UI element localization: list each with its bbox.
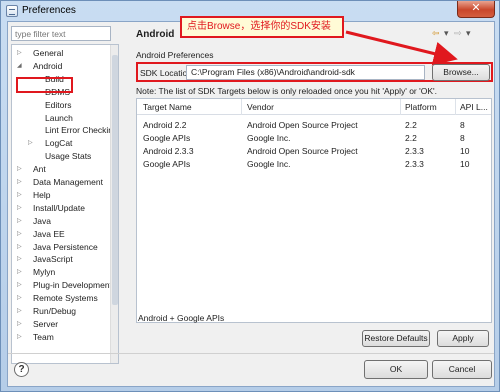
tree-expand-arrow-icon[interactable]: ▷ — [17, 318, 25, 330]
tree-expand-arrow-icon[interactable]: ◢ — [17, 60, 25, 72]
tree-item-general[interactable]: General — [33, 47, 63, 59]
column-header-api-level[interactable]: API L... — [460, 102, 488, 112]
tree-item-help[interactable]: Help — [33, 189, 50, 201]
page-title: Android — [136, 29, 175, 40]
tree-item-usage-stats[interactable]: Usage Stats — [45, 150, 91, 162]
tree-item-java-ee[interactable]: Java EE — [33, 228, 65, 240]
tree-scroll-thumb[interactable] — [112, 55, 118, 305]
tree-expand-arrow-icon[interactable]: ▷ — [17, 279, 25, 291]
annotation-callout: 点击Browse，选择你的SDK安装 — [180, 16, 344, 38]
nav-arrows: ⇦ ▾ ⇨ ▾ — [432, 28, 492, 40]
tree-item-editors[interactable]: Editors — [45, 99, 71, 111]
tree-expand-arrow-icon[interactable]: ▷ — [17, 331, 25, 343]
table-cell: Android 2.3.3 — [143, 146, 194, 156]
table-cell: 8 — [460, 133, 465, 143]
tree-item-launch[interactable]: Launch — [45, 112, 73, 124]
preferences-window: Preferences ✕ ▷General◢AndroidBuildDDMSE… — [0, 0, 500, 392]
tree-item-java[interactable]: Java — [33, 215, 51, 227]
tree-expand-arrow-icon[interactable]: ▷ — [17, 305, 25, 317]
preferences-app-icon — [6, 5, 18, 17]
tree-item-logcat[interactable]: LogCat — [45, 137, 72, 149]
table-cell: 2.3.3 — [405, 146, 424, 156]
tree-item-install-update[interactable]: Install/Update — [33, 202, 85, 214]
tree-item-plug-in-development[interactable]: Plug-in Development — [33, 279, 112, 291]
tree-expand-arrow-icon[interactable]: ▷ — [17, 253, 25, 265]
tree-item-android[interactable]: Android — [33, 60, 62, 72]
tree-expand-arrow-icon[interactable]: ▷ — [17, 241, 25, 253]
browse-button[interactable]: Browse... — [432, 64, 490, 81]
column-header-vendor[interactable]: Vendor — [247, 102, 274, 112]
table-row[interactable]: Google APIs Google Inc. 2.2 8 — [137, 133, 491, 146]
window-title: Preferences — [22, 5, 76, 16]
table-cell: Android Open Source Project — [247, 146, 358, 156]
table-cell: Google Inc. — [247, 133, 291, 143]
column-header-target-name[interactable]: Target Name — [143, 102, 192, 112]
table-cell: Google Inc. — [247, 159, 291, 169]
tree-expand-arrow-icon[interactable]: ▷ — [17, 47, 25, 59]
tree-item-data-management[interactable]: Data Management — [33, 176, 103, 188]
table-row[interactable]: Android 2.3.3 Android Open Source Project… — [137, 146, 491, 159]
tree-item-java-persistence[interactable]: Java Persistence — [33, 241, 98, 253]
table-cell: Android 2.2 — [143, 120, 187, 130]
tree-item-ant[interactable]: Ant — [33, 163, 46, 175]
table-cell: 2.3.3 — [405, 159, 424, 169]
dialog-client-area: ▷General◢AndroidBuildDDMSEditorsLaunchLi… — [7, 16, 495, 387]
table-cell: 2.2 — [405, 120, 417, 130]
sdk-note-text: Note: The list of SDK Targets below is o… — [136, 86, 437, 96]
table-cell: 10 — [460, 159, 470, 169]
android-preferences-label: Android Preferences — [136, 50, 214, 60]
android-highlight-box — [16, 77, 73, 93]
tree-expand-arrow-icon[interactable]: ▷ — [17, 292, 25, 304]
tree-item-server[interactable]: Server — [33, 318, 58, 330]
column-header-platform[interactable]: Platform — [405, 102, 437, 112]
column-divider — [400, 99, 401, 115]
table-row[interactable]: Google APIs Google Inc. 2.3.3 10 — [137, 159, 491, 172]
tree-item-run-debug[interactable]: Run/Debug — [33, 305, 76, 317]
tree-item-team[interactable]: Team — [33, 331, 54, 343]
bottom-divider — [8, 353, 494, 354]
column-divider — [455, 99, 456, 115]
tree-item-lint-error-checking[interactable]: Lint Error Checking — [45, 124, 118, 136]
cancel-button[interactable]: Cancel — [432, 360, 492, 379]
tree-expand-arrow-icon[interactable]: ▷ — [17, 215, 25, 227]
help-icon[interactable]: ? — [14, 362, 29, 377]
tree-item-remote-systems[interactable]: Remote Systems — [33, 292, 98, 304]
preferences-tree: ▷ General ◢ Android Build DDMS Editors Launch Li… — [11, 44, 119, 364]
table-cell: 10 — [460, 146, 470, 156]
table-cell: 2.2 — [405, 133, 417, 143]
tree-item-javascript[interactable]: JavaScript — [33, 253, 73, 265]
table-cell: Android Open Source Project — [247, 120, 358, 130]
column-divider — [241, 99, 242, 115]
back-menu-icon[interactable]: ▾ — [444, 28, 449, 39]
table-cell: Google APIs — [143, 159, 191, 169]
tree-expand-arrow-icon[interactable]: ▷ — [28, 137, 36, 149]
ok-button[interactable]: OK — [364, 360, 428, 379]
tree-expand-arrow-icon[interactable]: ▷ — [17, 176, 25, 188]
filter-input[interactable] — [11, 26, 111, 41]
table-row[interactable]: Android 2.2 Android Open Source Project 2.… — [137, 120, 491, 133]
tree-expand-arrow-icon[interactable]: ▷ — [17, 163, 25, 175]
table-cell: Google APIs — [143, 133, 191, 143]
sdk-location-input[interactable]: C:\Program Files (x86)\Android\android-s… — [186, 65, 425, 80]
sdk-location-highlight-box: SDK Location: C:\Program Files (x86)\And… — [136, 62, 493, 82]
forward-arrow-icon[interactable]: ⇨ — [454, 28, 462, 39]
back-arrow-icon[interactable]: ⇦ — [432, 28, 440, 39]
close-button[interactable]: ✕ — [457, 1, 495, 18]
tree-item-mylyn[interactable]: Mylyn — [33, 266, 55, 278]
forward-menu-icon[interactable]: ▾ — [466, 28, 471, 39]
tree-expand-arrow-icon[interactable]: ▷ — [17, 266, 25, 278]
selected-target-label: Android + Google APIs — [138, 313, 225, 323]
tree-scrollbar[interactable] — [110, 45, 118, 363]
sdk-targets-table: Target Name Vendor Platform API L... And… — [136, 98, 492, 323]
tree-expand-arrow-icon[interactable]: ▷ — [17, 189, 25, 201]
apply-button[interactable]: Apply — [437, 330, 489, 347]
tree-expand-arrow-icon[interactable]: ▷ — [17, 228, 25, 240]
restore-defaults-button[interactable]: Restore Defaults — [362, 330, 430, 347]
table-header: Target Name Vendor Platform API L... — [137, 99, 491, 115]
table-cell: 8 — [460, 120, 465, 130]
tree-expand-arrow-icon[interactable]: ▷ — [17, 202, 25, 214]
